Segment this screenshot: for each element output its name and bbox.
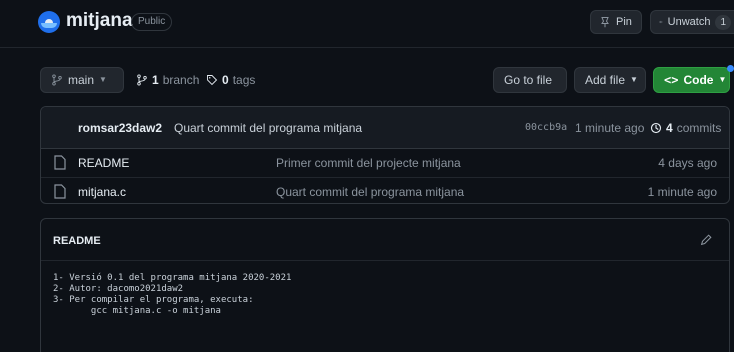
- add-file-button[interactable]: Add file ▼: [574, 67, 646, 93]
- watch-count: 1: [715, 14, 731, 30]
- readme-content: 1- Versió 0.1 del programa mitjana 2020-…: [53, 273, 291, 317]
- file-commit-message[interactable]: Quart commit del programa mitjana: [276, 185, 464, 199]
- repo-owner-avatar[interactable]: [38, 11, 60, 33]
- file-commit-message[interactable]: Primer commit del projecte mitjana: [276, 156, 461, 170]
- chevron-down-icon: ▼: [99, 75, 107, 84]
- unwatch-label: Unwatch: [667, 16, 711, 28]
- commit-sha[interactable]: 00ccb9a: [525, 122, 567, 133]
- file-name[interactable]: README: [78, 156, 129, 170]
- history-icon: [650, 122, 662, 134]
- code-button[interactable]: <> Code ▼: [653, 67, 730, 93]
- visibility-badge: Public: [131, 13, 173, 31]
- go-to-file-button[interactable]: Go to file: [493, 67, 567, 93]
- repo-toolbar: main ▼ 1 branch 0 tags Go to file Add fi…: [0, 66, 734, 94]
- branch-select-button[interactable]: main ▼: [40, 67, 124, 93]
- file-row[interactable]: README Primer commit del projecte mitjan…: [41, 149, 729, 177]
- readme-line: 2- Autor: dacomo2021daw2: [53, 284, 184, 294]
- branch-label: main: [68, 73, 95, 87]
- file-icon: [54, 184, 66, 199]
- commit-count: 4: [666, 121, 673, 135]
- code-icon: <>: [664, 73, 679, 87]
- repo-header: mitjana Public Pin Unwatch 1: [0, 0, 734, 48]
- readme-panel: README 1- Versió 0.1 del programa mitjan…: [40, 218, 730, 352]
- commits-history-link[interactable]: 4 commits: [650, 121, 721, 135]
- readme-title: README: [53, 235, 101, 247]
- notification-dot: [727, 65, 734, 72]
- readme-line: 1- Versió 0.1 del programa mitjana 2020-…: [53, 273, 292, 283]
- pin-button[interactable]: Pin: [590, 10, 642, 34]
- branch-word: branch: [162, 73, 200, 87]
- commit-author[interactable]: romsar23daw2: [78, 121, 162, 135]
- file-name[interactable]: mitjana.c: [78, 185, 126, 199]
- file-row[interactable]: mitjana.c Quart commit del programa mitj…: [41, 177, 729, 203]
- code-label: Code: [683, 73, 714, 87]
- repo-name[interactable]: mitjana: [66, 10, 133, 32]
- add-file-label: Add file: [585, 73, 626, 87]
- commit-word: commits: [676, 121, 722, 135]
- tag-icon: [207, 75, 218, 86]
- pin-icon: [601, 17, 609, 28]
- tags-count: 0: [222, 73, 229, 87]
- readme-line: 3- Per compilar el programa, executa:: [53, 295, 254, 305]
- branches-link[interactable]: 1 branch: [136, 73, 199, 87]
- pin-label: Pin: [616, 16, 632, 28]
- file-browser: romsar23daw2 Quart commit del programa m…: [40, 106, 730, 204]
- tags-word: tags: [232, 73, 256, 87]
- chevron-down-icon: ▼: [630, 75, 638, 84]
- commit-message[interactable]: Quart commit del programa mitjana: [174, 121, 362, 135]
- git-branch-icon: [52, 74, 62, 86]
- commit-time: 1 minute ago: [575, 121, 645, 135]
- tags-link[interactable]: 0 tags: [206, 73, 255, 87]
- file-age: 1 minute ago: [647, 185, 717, 199]
- eye-icon: [659, 20, 663, 24]
- latest-commit-bar: romsar23daw2 Quart commit del programa m…: [41, 107, 729, 149]
- file-age: 4 days ago: [658, 156, 717, 170]
- unwatch-button[interactable]: Unwatch 1: [650, 10, 734, 34]
- branch-count: 1: [152, 73, 159, 87]
- pencil-icon[interactable]: [699, 233, 713, 247]
- git-branch-icon: [137, 74, 147, 86]
- readme-line: gcc mitjana.c -o mitjana: [53, 306, 221, 316]
- readme-header: README: [41, 219, 729, 261]
- file-icon: [54, 155, 66, 170]
- chevron-down-icon: ▼: [718, 75, 727, 84]
